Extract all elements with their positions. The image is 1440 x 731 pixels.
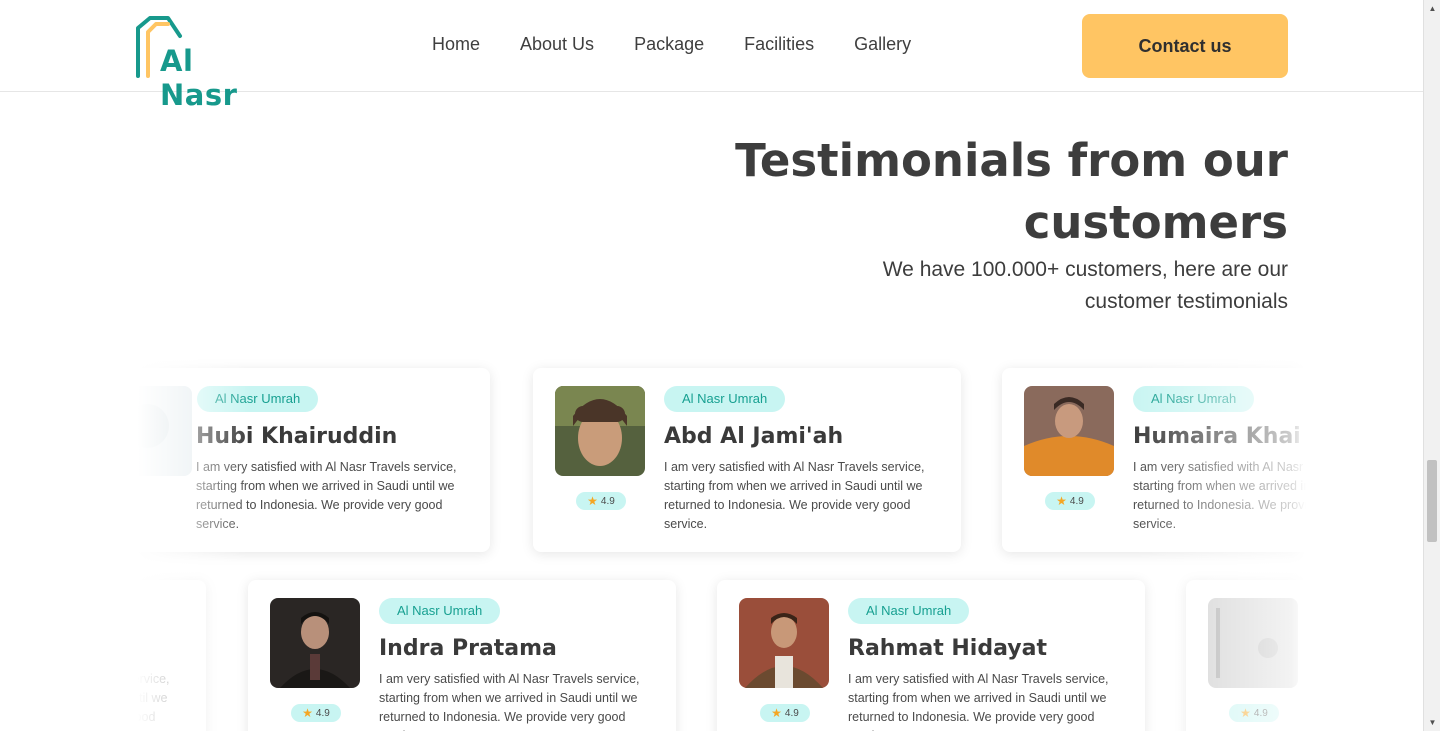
scroll-up-arrow-icon[interactable]: ▲ bbox=[1424, 0, 1440, 17]
rating-value: 4.9 bbox=[600, 495, 615, 507]
page: Al Nasr Home About Us Package Facilities… bbox=[0, 0, 1440, 731]
testimonial-quote: I am very satisfied with Al Nasr Travels… bbox=[1133, 460, 1394, 531]
rating-badge: ★ 4.9 bbox=[1045, 492, 1095, 510]
nav-facilities[interactable]: Facilities bbox=[744, 34, 814, 55]
customer-photo bbox=[739, 598, 829, 688]
rating-badge: ★ 4.9 bbox=[1229, 704, 1279, 722]
customer-photo-image bbox=[1208, 598, 1298, 688]
scroll-down-arrow-icon[interactable]: ▼ bbox=[1424, 714, 1440, 731]
customer-photo bbox=[1208, 598, 1298, 688]
testimonial-card[interactable]: ★ 4.9 Al Nasr Umrah Rahmat Hidayat I am v… bbox=[717, 580, 1145, 731]
customer-name: Hubi Khairuddin bbox=[196, 424, 398, 449]
rating-value: 4.9 bbox=[1253, 707, 1268, 719]
package-tag: Al Nasr Umrah bbox=[848, 598, 970, 624]
nav-home[interactable]: Home bbox=[432, 34, 480, 55]
customer-photo-image bbox=[1024, 386, 1114, 476]
customer-photo bbox=[555, 386, 645, 476]
testimonial-quote: I am very satisfied with Al Nasr Travels… bbox=[379, 672, 640, 731]
contact-us-button[interactable]: Contact us bbox=[1082, 14, 1288, 78]
package-tag: Al Nasr Umrah bbox=[664, 386, 786, 412]
package-tag: Al Nasr Umrah bbox=[1133, 386, 1255, 412]
testimonial-card[interactable]: ★ 4.9 bbox=[1186, 580, 1440, 731]
rating-value: 4.9 bbox=[1069, 495, 1084, 507]
rating-badge: ★ 4.9 bbox=[576, 492, 626, 510]
testimonial-card[interactable]: ★ 4.9 Al Nasr Umrah Humaira Khai I am ver… bbox=[1002, 368, 1430, 552]
customer-name: Abd Al Jami'ah bbox=[664, 424, 844, 449]
page-scrollbar[interactable]: ▲ ▼ bbox=[1423, 0, 1440, 731]
star-icon: ★ bbox=[302, 706, 313, 720]
star-icon: ★ bbox=[1056, 494, 1067, 508]
star-icon: ★ bbox=[587, 494, 598, 508]
testimonial-card[interactable]: ★ 4.9 Al Nasr Umrah Abd Al Jami'ah I am v… bbox=[533, 368, 961, 552]
testimonial-card[interactable]: ★ 4.9 Al Nasr Umrah Indra Pratama I am ve… bbox=[248, 580, 676, 731]
rating-badge: ★ 4.9 bbox=[760, 704, 810, 722]
customer-name: Indra Pratama bbox=[379, 636, 557, 661]
customer-photo bbox=[102, 386, 192, 476]
rating-badge: ★ 4.9 bbox=[291, 704, 341, 722]
testimonial-quote: I am very satisfied with Al Nasr Travels… bbox=[196, 460, 457, 531]
star-icon: ★ bbox=[1240, 706, 1251, 720]
logo-text: Al Nasr bbox=[160, 44, 238, 112]
nav-about-us[interactable]: About Us bbox=[520, 34, 594, 55]
testimonial-card[interactable]: Al Nasr Umrah Hubi Khairuddin I am very … bbox=[62, 368, 490, 552]
site-header: Al Nasr Home About Us Package Facilities… bbox=[0, 0, 1423, 112]
main-nav: Home About Us Package Facilities Gallery bbox=[432, 34, 911, 55]
customer-photo-image bbox=[555, 386, 645, 476]
rating-value: 4.9 bbox=[315, 707, 330, 719]
al-nasr-logo[interactable]: Al Nasr bbox=[134, 14, 274, 112]
customer-name: Rahmat Hidayat bbox=[848, 636, 1047, 661]
testimonial-quote: I am very satisfied with Al Nasr Travels… bbox=[664, 460, 925, 531]
package-tag: Al Nasr Umrah bbox=[197, 386, 319, 412]
rating-value: 4.9 bbox=[784, 707, 799, 719]
customer-photo bbox=[270, 598, 360, 688]
testimonial-card[interactable]: I am very satisfied with Al Nasr Travels… bbox=[0, 580, 206, 731]
nav-gallery[interactable]: Gallery bbox=[854, 34, 911, 55]
testimonial-quote: I am very satisfied with Al Nasr Travels… bbox=[0, 672, 170, 724]
customer-photo-image bbox=[270, 598, 360, 688]
customer-photo-image bbox=[102, 386, 192, 476]
nav-package[interactable]: Package bbox=[634, 34, 704, 55]
testimonial-quote: I am very satisfied with Al Nasr Travels… bbox=[848, 672, 1109, 731]
package-tag: Al Nasr Umrah bbox=[379, 598, 501, 624]
customer-photo bbox=[1024, 386, 1114, 476]
customer-name: Humaira Khai bbox=[1133, 424, 1301, 449]
customer-photo-image bbox=[739, 598, 829, 688]
scrollbar-thumb[interactable] bbox=[1427, 460, 1437, 542]
star-icon: ★ bbox=[771, 706, 782, 720]
